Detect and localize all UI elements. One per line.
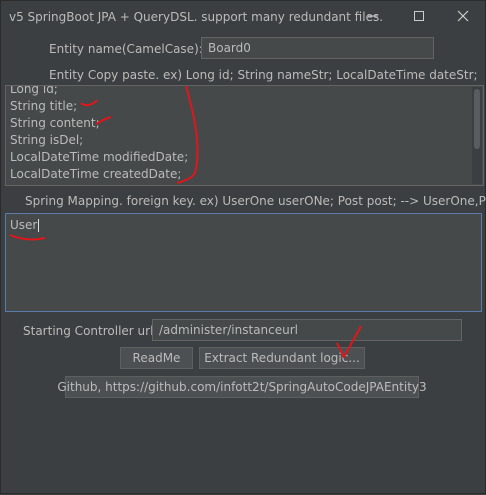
text-caret [38,219,40,232]
title-bar[interactable]: v5 SpringBoot JPA + QueryDSL. support ma… [1,1,485,33]
entity-field-line: LocalDateTime createdDate; [10,167,182,181]
spring-mapping-label: Spring Mapping. foreign key. ex) UserOne… [25,194,486,208]
github-link-button[interactable]: Github, https://github.com/infott2t/Spri… [57,376,427,398]
close-icon [457,10,469,25]
entity-name-label: Entity name(CamelCase): : [49,42,211,56]
window-title: v5 SpringBoot JPA + QueryDSL. support ma… [9,10,384,24]
minimize-icon [367,10,379,25]
close-button[interactable] [443,5,483,29]
app-window: v5 SpringBoot JPA + QueryDSL. support ma… [0,0,486,494]
entity-fields-scrollbar[interactable] [472,87,482,184]
minimize-button[interactable] [353,5,393,29]
entity-field-line: String title; [10,99,78,113]
entity-field-line: Long id; [10,85,58,96]
maximize-icon [413,10,425,25]
extract-redundant-logic-button[interactable]: Extract Redundant logic... [199,347,365,369]
mapping-text: User [10,218,38,232]
entity-fields-textarea[interactable]: Long id; String title; String content; S… [5,85,484,186]
readme-button[interactable]: ReadMe [120,347,193,369]
entity-field-line: String content; [10,116,100,130]
entity-field-line: LocalDateTime modifiedDate; [10,150,189,164]
entity-copy-paste-label: Entity Copy paste. ex) Long id; String n… [49,68,478,82]
controller-url-label: Starting Controller url: [23,324,158,338]
entity-field-line: String isDel; [10,133,84,147]
entity-name-input[interactable] [201,37,434,59]
maximize-button[interactable] [399,5,439,29]
controller-url-input[interactable] [152,319,462,341]
mapping-textarea[interactable]: User [5,213,482,312]
scrollbar-thumb[interactable] [474,89,480,149]
